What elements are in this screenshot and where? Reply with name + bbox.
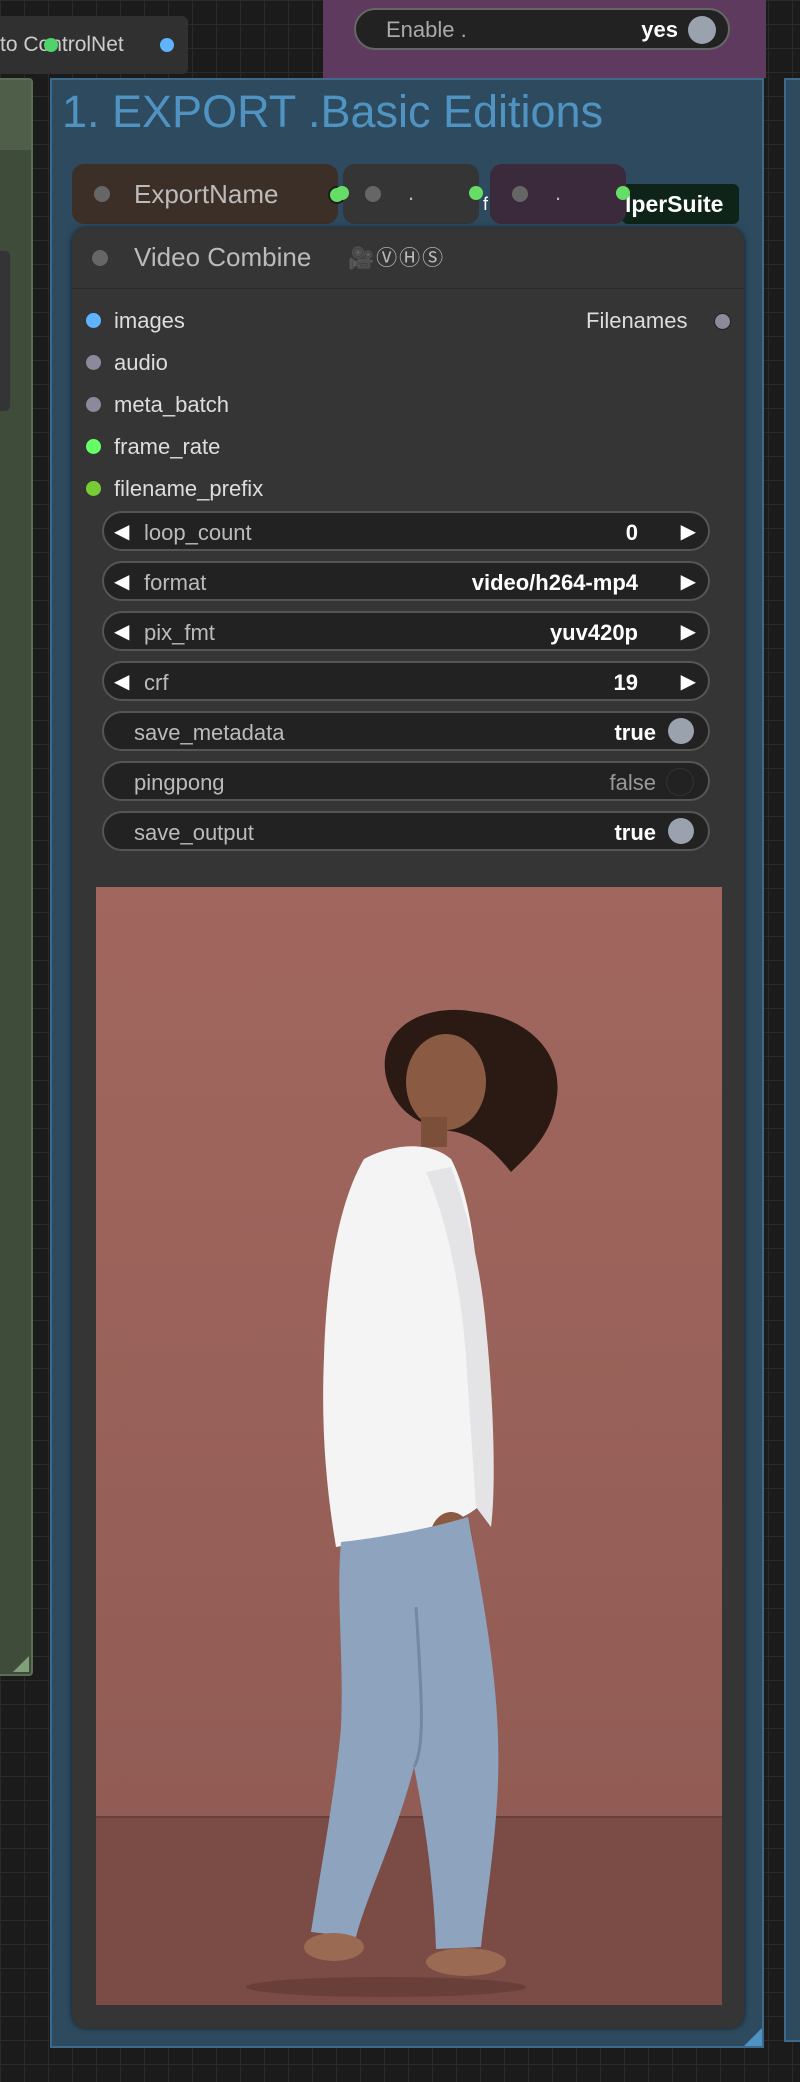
video-combine-title: Video Combine — [134, 242, 312, 272]
controlnet-input-dot[interactable] — [44, 38, 58, 52]
input-dot-meta-batch[interactable] — [86, 397, 101, 412]
controlnet-node-label: to ControlNet — [0, 33, 124, 56]
input-dot-frame-rate[interactable] — [86, 439, 101, 454]
output-label-filenames: Filenames — [586, 308, 688, 333]
input-label-filename-prefix: filename_prefix — [114, 476, 264, 501]
exportname-node[interactable]: ExportName — [72, 164, 346, 224]
pingpong-knob[interactable] — [666, 768, 694, 796]
helper-f-label: f — [483, 194, 489, 214]
input-slot-meta-batch[interactable]: meta_batch — [86, 392, 229, 418]
save-output-name: save_output — [134, 820, 254, 845]
input-dot-audio[interactable] — [86, 355, 101, 370]
pix-fmt-name: pix_fmt — [144, 620, 215, 645]
enable-toggle-knob[interactable] — [688, 16, 716, 44]
format-value: video/h264-mp4 — [471, 570, 638, 595]
save-metadata-name: save_metadata — [134, 720, 285, 745]
input-label-meta-batch: meta_batch — [114, 392, 229, 417]
decrement-arrow-icon[interactable]: ◀ — [114, 519, 129, 544]
crf-widget[interactable]: ◀ crf 19 ▶ — [102, 661, 710, 701]
pingpong-toggle[interactable]: pingpong false — [102, 761, 710, 801]
helper-suite-tag-label: lperSuite — [625, 191, 724, 217]
collapse-dot-icon[interactable] — [92, 250, 108, 266]
collapse-dot-icon[interactable] — [365, 186, 381, 202]
controlnet-output-dot[interactable] — [160, 38, 174, 52]
dot-node-2[interactable]: . — [490, 164, 630, 224]
pingpong-value: false — [609, 770, 656, 795]
input-dot-images[interactable] — [86, 313, 101, 328]
input-slot-frame-rate[interactable]: frame_rate — [86, 434, 221, 460]
decrement-arrow-icon[interactable]: ◀ — [114, 619, 129, 644]
dot-node-1-title: . — [408, 180, 415, 205]
enable-toggle-value: yes — [641, 17, 678, 42]
input-label-images: images — [114, 308, 185, 333]
enable-toggle-name: Enable . — [386, 17, 467, 42]
dot-node-1-input-dot[interactable] — [335, 186, 349, 200]
loop-count-name: loop_count — [144, 520, 252, 545]
pingpong-name: pingpong — [134, 770, 225, 795]
save-output-knob[interactable] — [668, 818, 694, 844]
format-name: format — [144, 570, 207, 595]
increment-arrow-icon[interactable]: ▶ — [681, 569, 696, 594]
pix-fmt-value: yuv420p — [549, 620, 638, 645]
decrement-arrow-icon[interactable]: ◀ — [114, 669, 129, 694]
export-group-resize-handle[interactable] — [744, 2028, 762, 2046]
format-widget[interactable]: ◀ format video/h264-mp4 ▶ — [102, 561, 710, 601]
output-dot-filenames[interactable] — [714, 313, 731, 330]
exportname-node-title: ExportName — [134, 179, 279, 209]
input-label-audio: audio — [114, 350, 168, 375]
video-combine-header[interactable]: Video Combine 🎥ⓋⒽⓈ — [72, 228, 744, 289]
dot-node-1-output-dot[interactable] — [469, 186, 483, 200]
output-slot-filenames[interactable]: Filenames — [586, 308, 731, 334]
collapse-dot-icon[interactable] — [512, 186, 528, 202]
save-output-toggle[interactable]: save_output true — [102, 811, 710, 851]
save-metadata-value: true — [614, 720, 656, 745]
pix-fmt-widget[interactable]: ◀ pix_fmt yuv420p ▶ — [102, 611, 710, 651]
right-group-partial — [784, 78, 800, 2042]
increment-arrow-icon[interactable]: ▶ — [681, 519, 696, 544]
enable-toggle[interactable]: Enable . yes — [354, 8, 730, 50]
input-label-frame-rate: frame_rate — [114, 434, 221, 459]
input-slot-images[interactable]: images — [86, 308, 185, 334]
crf-value: 19 — [613, 670, 638, 695]
left-node-partial[interactable] — [0, 250, 11, 412]
increment-arrow-icon[interactable]: ▶ — [681, 619, 696, 644]
video-preview[interactable] — [96, 887, 722, 2005]
increment-arrow-icon[interactable]: ▶ — [681, 669, 696, 694]
decrement-arrow-icon[interactable]: ◀ — [114, 569, 129, 594]
loop-count-widget[interactable]: ◀ loop_count 0 ▶ — [102, 511, 710, 551]
save-metadata-knob[interactable] — [668, 718, 694, 744]
save-output-value: true — [614, 820, 656, 845]
left-group-resize-handle[interactable] — [13, 1656, 29, 1672]
input-slot-filename-prefix[interactable]: filename_prefix — [86, 476, 264, 502]
dancer-preview-image — [96, 887, 722, 2005]
save-metadata-toggle[interactable]: save_metadata true — [102, 711, 710, 751]
collapse-dot-icon[interactable] — [94, 186, 110, 202]
dot-node-2-output-dot[interactable] — [616, 186, 630, 200]
left-group-header[interactable] — [0, 80, 31, 150]
dot-node-1[interactable]: . — [335, 164, 483, 224]
vhs-badge-icon: 🎥ⓋⒽⓈ — [348, 247, 446, 270]
loop-count-value: 0 — [625, 520, 638, 545]
input-dot-filename-prefix[interactable] — [86, 481, 101, 496]
crf-name: crf — [144, 670, 169, 695]
input-slot-audio[interactable]: audio — [86, 350, 168, 376]
export-group-title[interactable]: 1. EXPORT .Basic Editions — [62, 86, 603, 138]
helper-suite-tag[interactable]: lperSuite — [622, 184, 739, 224]
controlnet-node[interactable]: to ControlNet — [0, 16, 188, 74]
dot-node-2-title: . — [555, 180, 562, 205]
